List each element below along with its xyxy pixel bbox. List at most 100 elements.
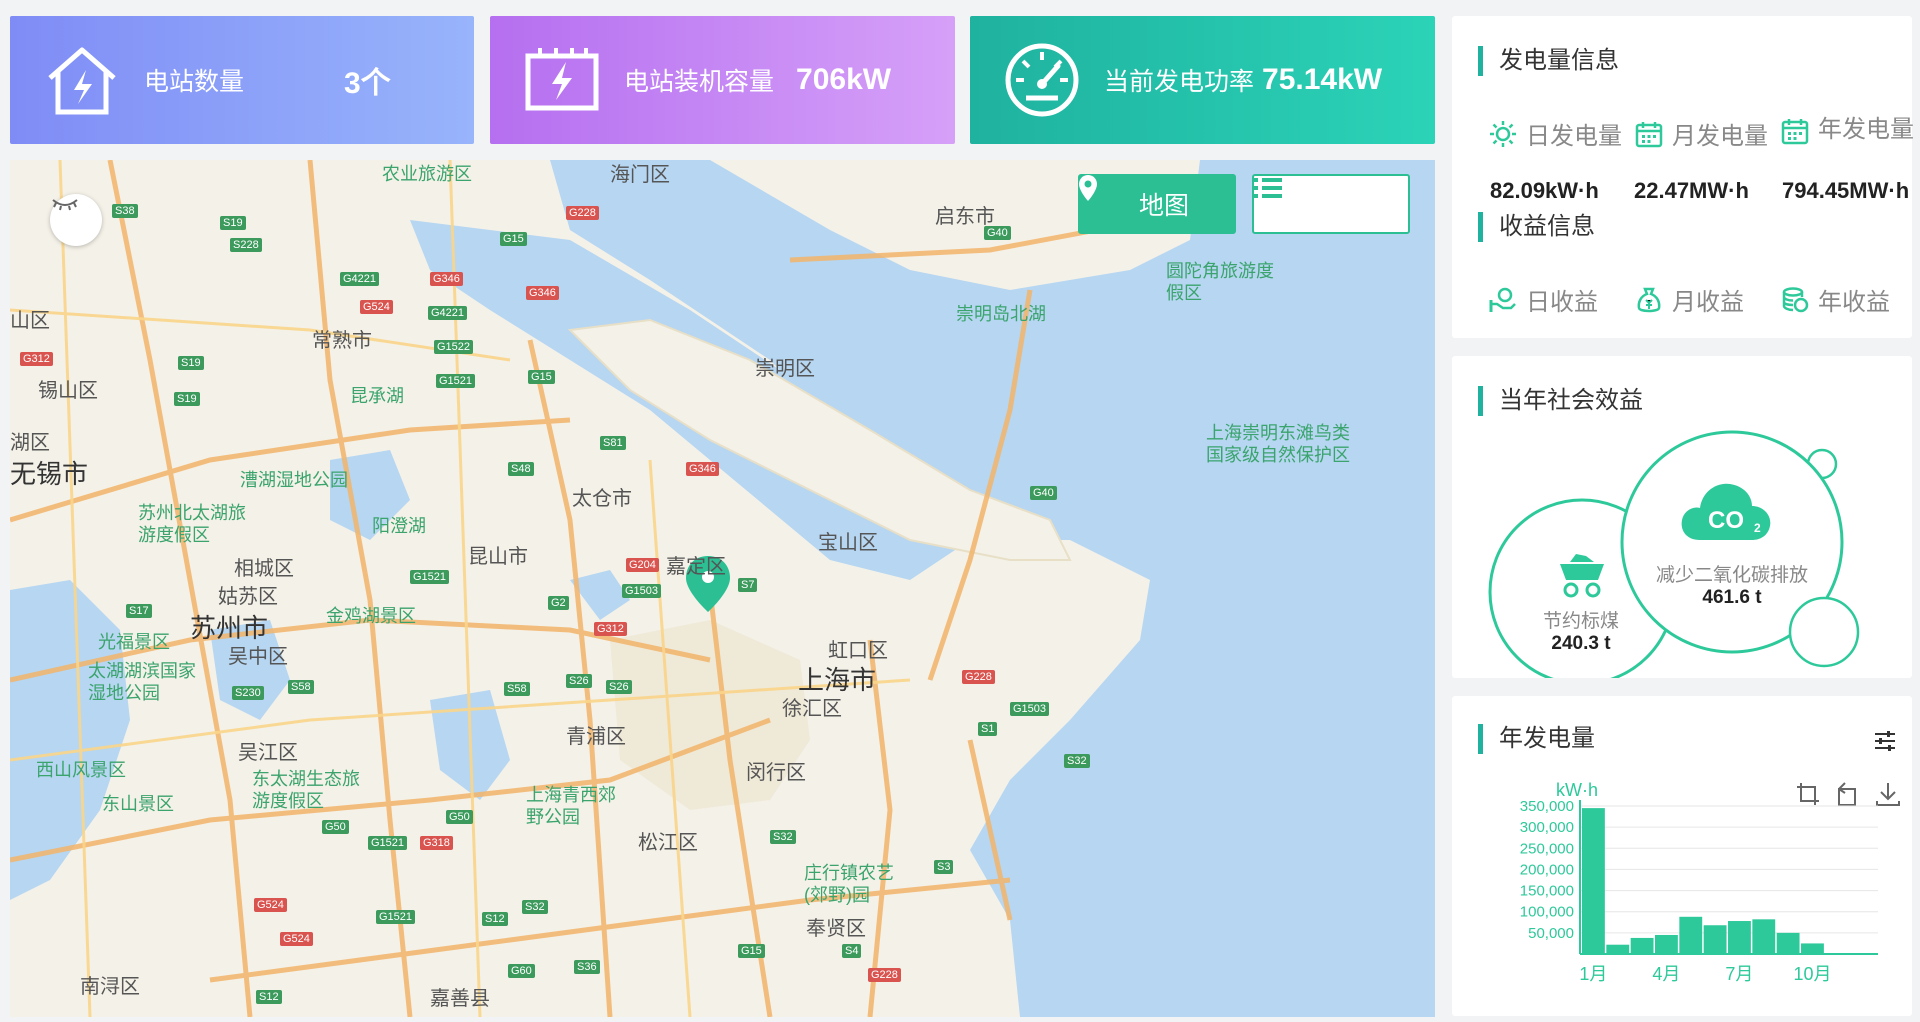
bar-3月[interactable] <box>1630 937 1654 954</box>
map-label: 昆山市 <box>468 546 528 568</box>
bar-1月[interactable] <box>1582 808 1605 954</box>
highway-shield: G60 <box>508 964 535 978</box>
annual-generation-panel: 年发电量 kW·h 350,000 300,000 250,000 200,000 15… <box>1452 696 1912 1016</box>
map-poi: 庄行镇农艺(郊野)园 <box>804 863 894 905</box>
bar-6月[interactable] <box>1703 925 1727 954</box>
station-count-label: 电站数量 <box>144 68 245 96</box>
highway-shield: G228 <box>962 670 995 684</box>
monthly-generation-label: 月发电量 <box>1672 123 1768 150</box>
y-tick-label: 50,000 <box>1528 925 1574 942</box>
yearly-generation-value: 794.45MW·h <box>1782 178 1908 203</box>
generation-title: 发电量信息 <box>1478 46 1619 76</box>
map-poi: 漕湖湿地公园 <box>240 470 348 490</box>
x-tick-label: 7月 <box>1725 964 1753 984</box>
yearly-generation-metric: 年发电量 <box>1780 116 1914 146</box>
speedometer-icon <box>1002 40 1082 120</box>
map-label: 海门区 <box>610 164 670 186</box>
map-label: 相城区 <box>234 558 294 580</box>
map-view-label: 地图 <box>1138 192 1189 220</box>
highway-shield: S19 <box>174 392 200 406</box>
highway-shield: S81 <box>600 436 626 450</box>
map-poi: 西山风景区 <box>36 760 126 780</box>
coin-hand-icon <box>1488 285 1518 315</box>
house-lightning-icon <box>42 40 122 120</box>
highway-shield: G2 <box>548 596 569 610</box>
map-label: 启东市 <box>935 206 995 228</box>
map-poi: 苏州北太湖旅游度假区 <box>138 503 246 545</box>
highway-shield: S12 <box>256 990 282 1004</box>
coal-cart-icon <box>1556 550 1608 605</box>
daily-generation-label: 日发电量 <box>1526 123 1622 150</box>
bar-4月[interactable] <box>1655 934 1678 954</box>
highway-shield: G346 <box>526 286 559 300</box>
bar-7月[interactable] <box>1728 921 1751 954</box>
map-visibility-toggle[interactable] <box>50 194 102 246</box>
map-label: 奉贤区 <box>806 918 866 940</box>
bar-10月[interactable] <box>1801 943 1824 954</box>
map-label: 吴中区 <box>228 646 288 668</box>
monthly-generation-metric: 月发电量 <box>1634 116 1768 151</box>
highway-shield: G40 <box>1030 486 1057 500</box>
highway-shield: S7 <box>738 578 758 592</box>
monthly-revenue-metric: 月收益 <box>1634 282 1744 317</box>
highway-shield: G4221 <box>340 272 380 286</box>
highway-shield: G15 <box>500 232 527 246</box>
highway-shield: G40 <box>984 226 1011 240</box>
highway-shield: S4 <box>842 944 862 958</box>
bar-2月[interactable] <box>1606 944 1630 954</box>
y-tick-label: 200,000 <box>1520 861 1574 878</box>
co2-cloud-icon: CO 2 <box>1678 476 1774 551</box>
coal-saving-label: 节约标煤 <box>1542 611 1619 632</box>
map-label: 崇明区 <box>755 358 815 380</box>
map-poi: 东太湖生态旅游度假区 <box>252 769 360 811</box>
highway-shield: S3 <box>934 860 954 874</box>
y-tick-label: 100,000 <box>1520 904 1574 921</box>
highway-shield: S32 <box>522 900 548 914</box>
map-label: 湖区 <box>10 432 50 454</box>
map-view-button[interactable]: 地图 <box>1078 174 1236 234</box>
y-tick-label: 300,000 <box>1520 819 1574 836</box>
map-poi: 光福景区 <box>98 632 170 652</box>
map-poi: 农业旅游区 <box>382 164 472 184</box>
map-label: 闵行区 <box>746 762 806 784</box>
station-map[interactable]: 地图 海门区 启东市 崇明区 常熟市 山区 锡山区 湖区 无锡市 太仓市 昆山市… <box>10 160 1435 1017</box>
installed-capacity-card: 电站装机容量 706kW <box>490 16 955 144</box>
highway-shield: S228 <box>230 238 262 252</box>
bar-8月[interactable] <box>1752 919 1776 954</box>
highway-shield: G1521 <box>376 910 416 924</box>
map-label: 姑苏区 <box>218 586 278 608</box>
highway-shield: S230 <box>232 686 264 700</box>
highway-shield: G1521 <box>368 836 408 850</box>
map-label: 南浔区 <box>80 976 140 998</box>
bar-5月[interactable] <box>1679 916 1703 954</box>
highway-shield: S26 <box>606 680 632 694</box>
map-poi: 圆陀角旅游度假区 <box>1166 261 1274 303</box>
annual-generation-chart[interactable]: 350,000 300,000 250,000 200,000 150,000 100,0… <box>1452 696 1912 1016</box>
highway-shield: G204 <box>626 558 659 572</box>
station-count-value: 3个 <box>344 67 391 100</box>
highway-shield: G228 <box>566 206 599 220</box>
highway-shield: G4221 <box>428 306 468 320</box>
svg-text:2: 2 <box>1754 521 1761 535</box>
x-tick-label: 4月 <box>1652 964 1680 984</box>
highway-shield: S12 <box>482 912 508 926</box>
map-label: 太仓市 <box>572 488 632 510</box>
bar-9月[interactable] <box>1776 932 1800 954</box>
x-tick-label: 10月 <box>1793 964 1831 984</box>
daily-generation-value: 82.09kW·h <box>1490 178 1599 203</box>
highway-shield: G524 <box>254 898 287 912</box>
map-poi: 金鸡湖景区 <box>326 606 416 626</box>
co2-reduction-metric: 减少二氧化碳排放 461.6 t <box>1632 560 1832 609</box>
yearly-revenue-metric: 年收益 <box>1780 282 1890 317</box>
co2-reduction-value: 461.6 t <box>1702 587 1762 608</box>
co2-reduction-label: 减少二氧化碳排放 <box>1655 565 1808 586</box>
highway-shield: S17 <box>126 604 152 618</box>
sun-icon <box>1488 119 1518 149</box>
highway-shield: S1 <box>978 722 998 736</box>
highway-shield: S58 <box>504 682 530 696</box>
highway-shield: G1503 <box>1010 702 1050 716</box>
highway-shield: G312 <box>594 622 627 636</box>
list-view-button[interactable] <box>1252 174 1410 234</box>
highway-shield: S32 <box>1064 754 1090 768</box>
station-count-card: 电站数量 3个 <box>10 16 474 144</box>
